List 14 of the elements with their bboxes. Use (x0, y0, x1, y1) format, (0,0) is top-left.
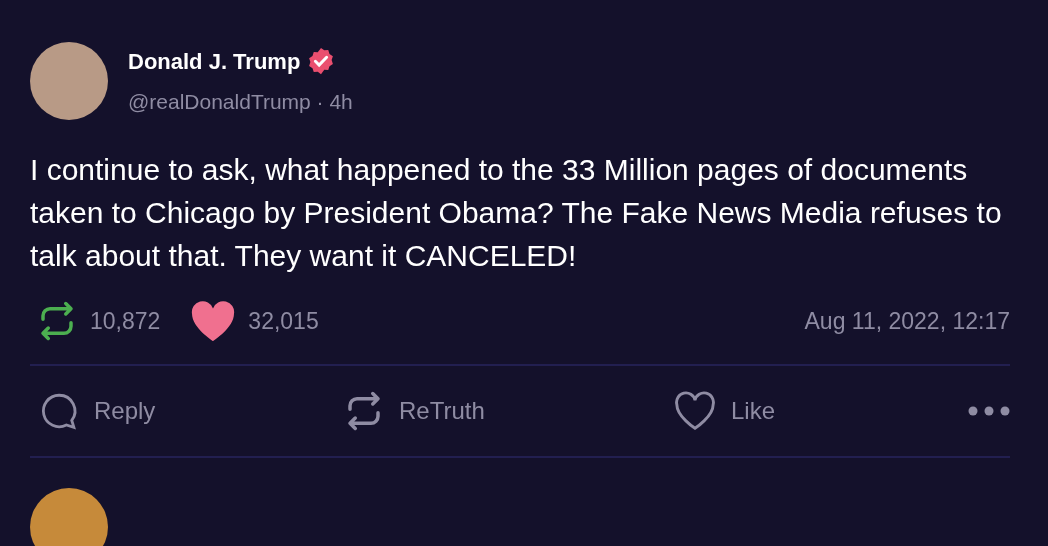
heart-icon (673, 391, 717, 431)
reply-button[interactable]: Reply (38, 390, 343, 432)
author-name[interactable]: Donald J. Trump (128, 44, 301, 78)
retruth-button[interactable]: ReTruth (343, 390, 673, 432)
more-options-button[interactable] (968, 406, 1010, 416)
author-handle: @realDonaldTrump · 4h (128, 88, 353, 115)
like-count: 32,015 (248, 306, 319, 336)
avatar[interactable] (30, 488, 108, 546)
like-button[interactable]: Like (673, 391, 943, 431)
retruth-count: 10,872 (90, 306, 161, 336)
more-icon (968, 406, 1010, 416)
post-text: I continue to ask, what happened to the 33 Million pages of documents taken to Chicago by President Obama? The Fake News Media refuses to talk about that. They want it CANCELED! (30, 152, 1003, 274)
heart-icon (190, 300, 237, 342)
post-timestamp: Aug 11, 2022, 12:17 (804, 306, 1010, 336)
